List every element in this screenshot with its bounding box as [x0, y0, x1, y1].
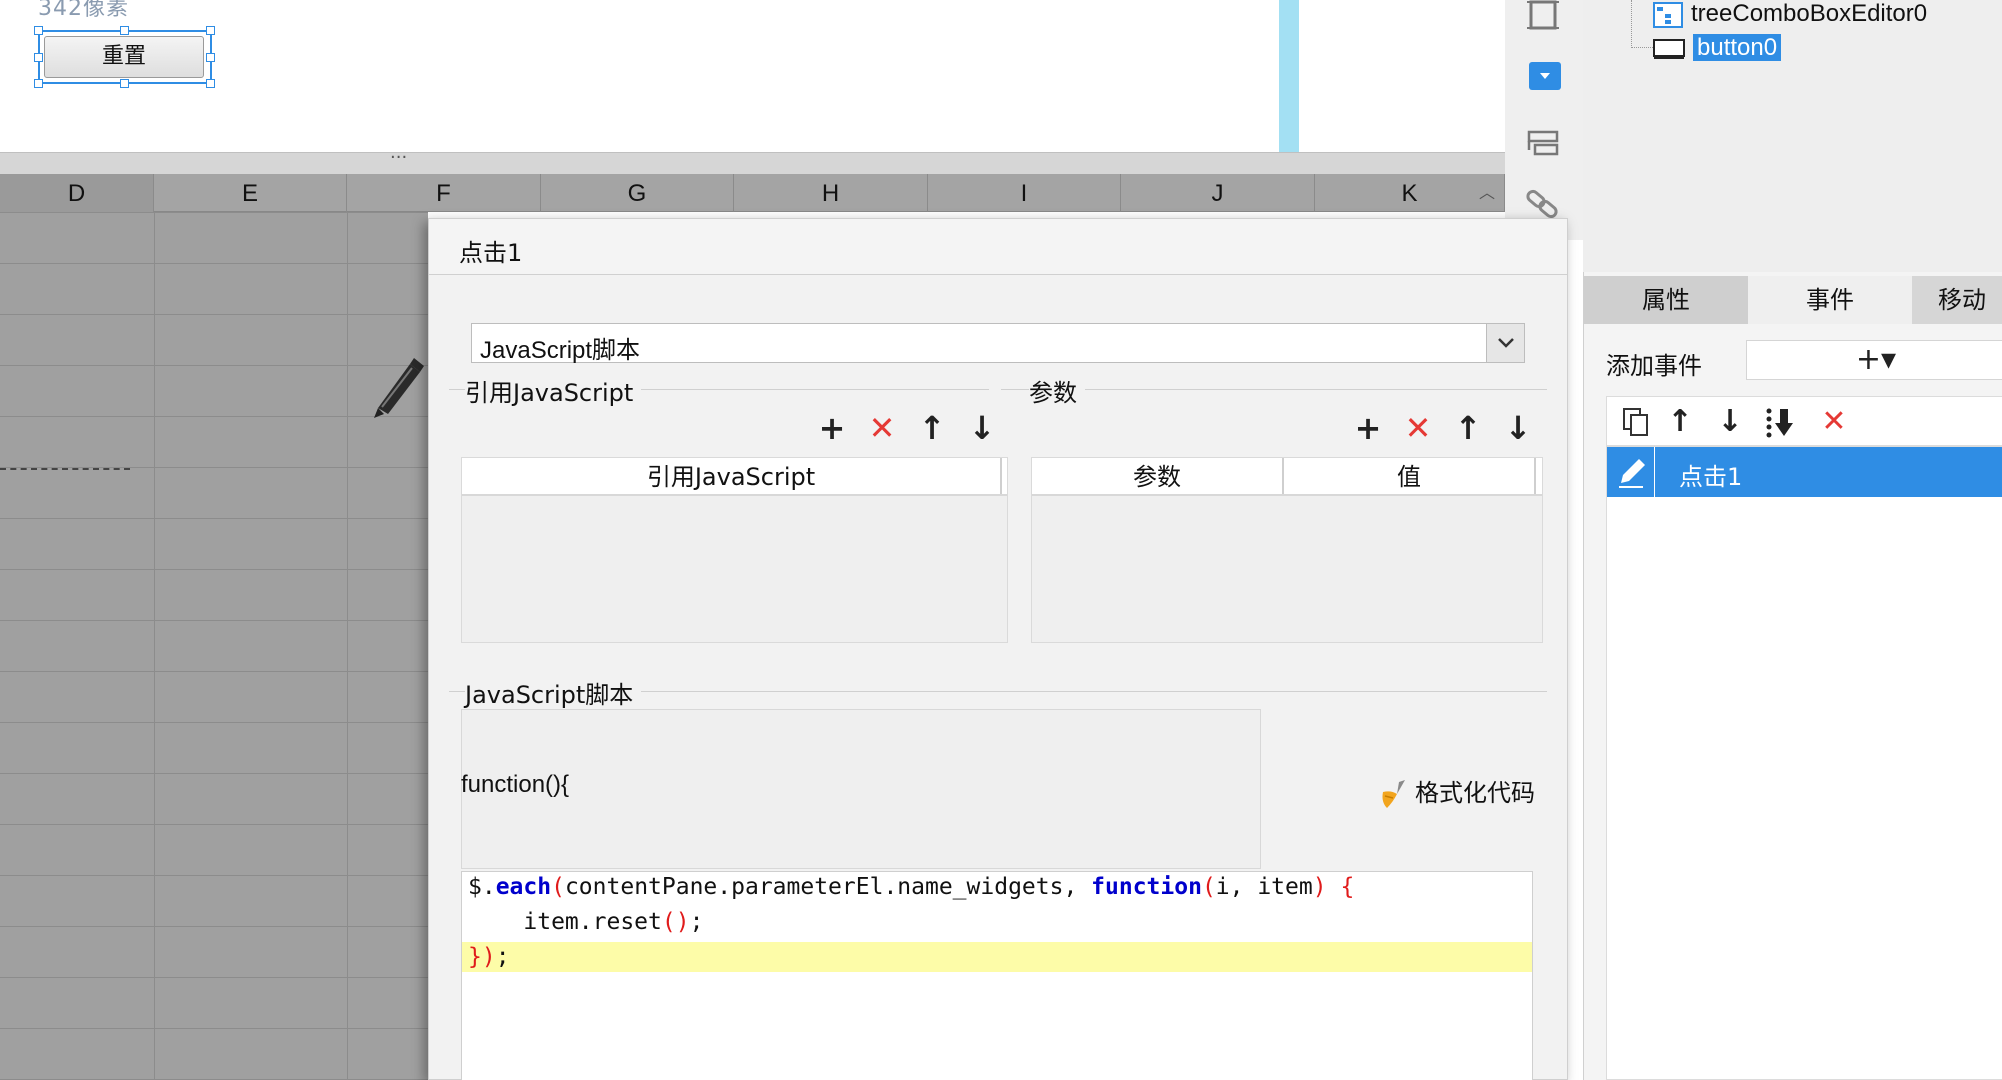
tab-properties[interactable]: 属性: [1584, 276, 1748, 324]
move-down-icon[interactable]: ↓: [965, 411, 999, 445]
column-header[interactable]: H: [734, 174, 928, 212]
delete-ref-js-icon[interactable]: ✕: [865, 411, 899, 445]
function-signature: function(){: [461, 771, 570, 798]
tree-item-label: treeComboBoxEditor0: [1691, 0, 1928, 27]
event-type-value: JavaScript脚本: [480, 337, 641, 364]
ref-js-column-header[interactable]: 引用JavaScript: [462, 458, 1002, 494]
code-line: });: [468, 942, 510, 972]
dropdown-widget-icon[interactable]: [1529, 62, 1561, 90]
move-down-icon[interactable]: ↓: [1501, 411, 1535, 445]
spreadsheet-grid[interactable]: [0, 212, 428, 1080]
list-widget-icon[interactable]: [1523, 124, 1563, 164]
move-up-icon[interactable]: ↑: [915, 411, 949, 445]
add-ref-js-icon[interactable]: +: [815, 411, 849, 445]
column-header[interactable]: G: [541, 174, 734, 212]
ref-js-section-label: 引用JavaScript: [465, 373, 642, 408]
add-event-button[interactable]: +▾: [1746, 340, 2002, 380]
scroll-up-icon[interactable]: ︿: [1474, 180, 1500, 206]
resize-handle[interactable]: [120, 79, 129, 88]
event-list: 点击1: [1606, 446, 2002, 1080]
resize-handle[interactable]: [206, 79, 215, 88]
tree-combo-icon: [1653, 1, 1683, 28]
panel-splitter[interactable]: ···: [0, 147, 1505, 174]
canvas-boundary-ruler: [1279, 0, 1299, 152]
function-header-box: [461, 709, 1261, 869]
format-code-label: 格式化代码: [1415, 779, 1535, 807]
tree-item-button0[interactable]: button0: [1653, 34, 1782, 62]
resize-handle[interactable]: [206, 53, 215, 62]
add-event-label: 添加事件: [1606, 352, 1702, 380]
table-header: 引用JavaScript: [462, 458, 1007, 496]
delete-param-icon[interactable]: ✕: [1401, 411, 1435, 445]
ref-js-table[interactable]: 引用JavaScript: [461, 457, 1008, 643]
table-header: 参数 值: [1032, 458, 1542, 496]
code-editor[interactable]: $.each(contentPane.parameterEl.name_widg…: [461, 871, 1533, 1080]
event-list-item[interactable]: 点击1: [1607, 447, 2002, 497]
current-line-highlight: [462, 942, 1532, 972]
delete-event-icon[interactable]: ✕: [1817, 405, 1851, 439]
pencil-icon: [374, 358, 424, 418]
move-up-icon[interactable]: ↑: [1663, 405, 1697, 439]
param-value-column-header[interactable]: 值: [1284, 458, 1536, 494]
design-canvas[interactable]: 342像素 重置: [0, 0, 1505, 152]
event-editor-dialog: 点击1 JavaScript脚本 引用JavaScript + ✕ ↑ ↓ 引用…: [428, 218, 1568, 1080]
add-param-icon[interactable]: +: [1351, 411, 1385, 445]
resize-handle[interactable]: [34, 79, 43, 88]
move-up-icon[interactable]: ↑: [1451, 411, 1485, 445]
tree-item-label: button0: [1693, 34, 1782, 61]
code-line-text: });: [468, 944, 510, 970]
move-down-icon[interactable]: ↓: [1713, 405, 1747, 439]
tree-item-treecombobox[interactable]: treeComboBoxEditor0: [1653, 0, 1927, 28]
script-section-label: JavaScript脚本: [465, 675, 642, 710]
resize-handle[interactable]: [120, 26, 129, 35]
event-toolbar: ↑ ↓ ✕: [1606, 396, 2002, 446]
code-line-text: item.reset();: [468, 909, 704, 935]
canvas-size-hint: 342像素: [38, 0, 129, 21]
column-header-row: D E F G H I J K: [0, 174, 1505, 212]
chevron-down-icon[interactable]: [1486, 324, 1524, 362]
column-header[interactable]: F: [347, 174, 541, 212]
widget-toolbar-strip: [1505, 0, 1583, 240]
code-line-text: $.each(contentPane.parameterEl.name_widg…: [468, 874, 1355, 900]
code-line: item.reset();: [468, 907, 703, 937]
tab-move[interactable]: 移动: [1912, 276, 2002, 324]
column-header[interactable]: E: [154, 174, 347, 212]
properties-tabs: 属性 事件 移动: [1584, 276, 2002, 324]
move-to-bottom-icon[interactable]: [1763, 405, 1797, 439]
format-code-button[interactable]: 格式化代码: [1377, 773, 1535, 810]
widget-tree-panel: treeComboBoxEditor0 button0: [1583, 0, 2002, 272]
button-widget-icon: [1653, 38, 1685, 59]
dialog-title: 点击1: [459, 239, 523, 267]
resize-handle[interactable]: [34, 26, 43, 35]
resize-handle[interactable]: [206, 26, 215, 35]
resize-handle[interactable]: [34, 53, 43, 62]
properties-panel: 属性 事件 移动 添加事件 +▾ ↑ ↓ ✕ 点击1: [1583, 272, 2002, 1080]
cell-boundary-mark: [0, 468, 130, 470]
event-item-label: 点击1: [1679, 463, 1743, 491]
column-header[interactable]: J: [1121, 174, 1315, 212]
params-section-label: 参数: [1029, 373, 1085, 408]
frame-icon[interactable]: [1523, 0, 1563, 36]
reset-button-widget[interactable]: 重置: [44, 36, 204, 78]
tab-events[interactable]: 事件: [1748, 276, 1912, 324]
column-header[interactable]: I: [928, 174, 1121, 212]
splitter-grip-icon: ···: [390, 147, 408, 168]
edit-event-icon[interactable]: [1607, 447, 1655, 497]
dialog-title-bar[interactable]: 点击1: [429, 219, 1567, 275]
params-table[interactable]: 参数 值: [1031, 457, 1543, 643]
copy-icon[interactable]: [1619, 405, 1653, 439]
column-header[interactable]: D: [0, 174, 154, 212]
code-line: $.each(contentPane.parameterEl.name_widg…: [468, 872, 1354, 902]
param-name-column-header[interactable]: 参数: [1032, 458, 1284, 494]
broom-icon: [1382, 780, 1405, 808]
event-type-select[interactable]: JavaScript脚本: [471, 323, 1525, 364]
